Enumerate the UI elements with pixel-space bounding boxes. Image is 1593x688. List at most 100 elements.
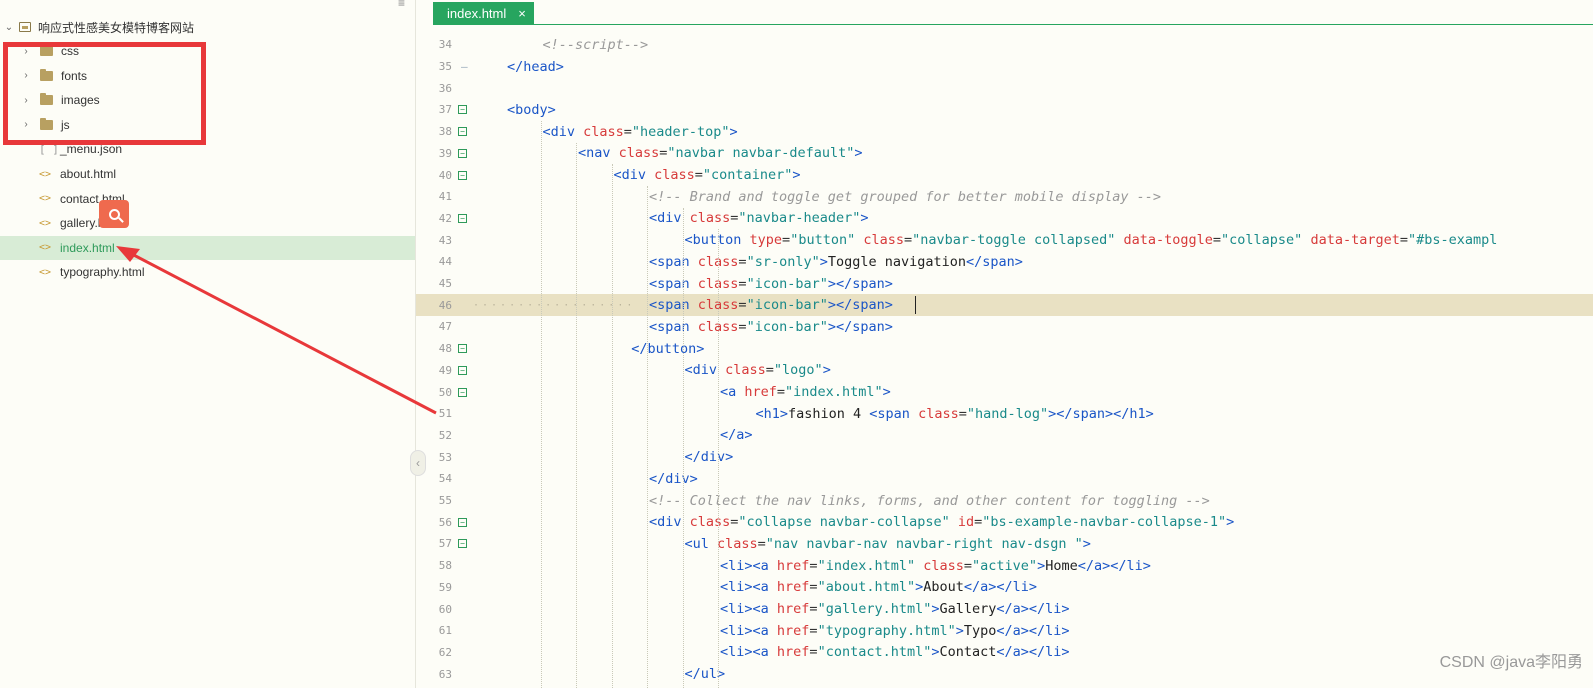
code-text: <!-- Brand and toggle get grouped for be… [649,188,1162,205]
indent-guide [576,142,577,688]
tree-item-gallery-html[interactable]: <> gallery.html [0,211,415,235]
fold-toggle-icon[interactable]: − [458,517,467,527]
code-line[interactable]: 40− <div class="container"> [416,164,1593,186]
code-line[interactable]: 60 <li><a href="gallery.html">Gallery</a>… [416,598,1593,620]
code-text: </head> [507,58,564,75]
code-text: <!-- Collect the nav links, forms, and o… [649,492,1210,509]
tree-item-label: index.html [60,240,115,255]
code-line[interactable]: 45 <span class="icon-bar"></span> [416,273,1593,295]
line-number: 36 [438,81,452,95]
line-number: 52 [438,428,452,442]
line-number: 56 [438,515,452,529]
fold-toggle-icon[interactable]: − [458,365,467,375]
line-number: 61 [438,624,452,638]
code-line[interactable]: 39− <nav class="navbar navbar-default"> [416,143,1593,165]
code-line[interactable]: 37− <body> [416,99,1593,121]
code-line[interactable]: 44 <span class="sr-only">Toggle navigatio… [416,251,1593,273]
tab-index-html[interactable]: index.html × [433,2,534,24]
line-number: 59 [438,580,452,594]
code-line[interactable]: 49− <div class="logo"> [416,360,1593,382]
indent-guide [718,229,719,688]
code-line[interactable]: 56− <div class="collapse navbar-collapse"… [416,511,1593,533]
line-number: 51 [438,407,452,421]
chevron-down-icon[interactable]: ⌄ [4,22,14,33]
line-number: 38 [438,125,452,139]
code-editor[interactable]: index.html × ‹ 34 <!--script--> 35– </head>… [410,0,1593,688]
code-line[interactable]: 36 [416,77,1593,99]
fold-toggle-icon[interactable]: − [458,387,467,397]
ide-window: ≡ ⌄ 响应式性感美女模特博客网站 › css › fonts › images › js[ … [0,0,1593,688]
code-line[interactable]: 48− </button> [416,338,1593,360]
code-text: </a> [720,427,753,444]
code-line[interactable]: 55 <!-- Collect the nav links, forms, and… [416,490,1593,512]
indent-guide [647,185,648,688]
fold-toggle-icon[interactable]: − [458,539,467,549]
fold-toggle-icon[interactable]: − [458,148,467,158]
line-number: 55 [438,494,452,508]
code-line[interactable]: 46 <span class="icon-bar"></span> ········… [416,294,1593,317]
code-line[interactable]: 54 </div> [416,468,1593,490]
tree-item-about-html[interactable]: <> about.html [0,162,415,186]
tree-item-index-html[interactable]: <> index.html [0,235,415,260]
line-number: 50 [438,385,452,399]
line-number: 40 [438,168,452,182]
fold-toggle-icon[interactable]: − [458,105,467,115]
code-text: <div class="container"> [613,167,801,184]
folder-open-icon [19,22,31,32]
tree-item-label: typography.html [60,265,145,280]
code-text: <body> [507,101,556,118]
code-line[interactable]: 62 <li><a href="contact.html">Contact</a>… [416,642,1593,664]
code-line[interactable]: 50− <a href="index.html"> [416,381,1593,403]
code-text: <div class="logo"> [684,362,831,379]
line-number: 62 [438,645,452,659]
tree-item-contact-html[interactable]: <> contact.html [0,187,415,211]
line-number: 43 [438,233,452,247]
code-line[interactable]: 43 <button type="button" class="navbar-to… [416,229,1593,251]
code-line[interactable]: 52 </a> [416,425,1593,447]
code-text: </button> [631,340,705,357]
line-number: 42 [438,211,452,225]
code-text: <span class="icon-bar"></span> [649,318,893,335]
code-line[interactable]: 47 <span class="icon-bar"></span> [416,316,1593,338]
menu-icon[interactable]: ≡ [398,0,408,10]
close-icon[interactable]: × [518,6,526,21]
code-line[interactable]: 57− <ul class="nav navbar-nav navbar-righ… [416,533,1593,555]
code-line[interactable]: 61 <li><a href="typography.html">Typo</a>… [416,620,1593,642]
fold-toggle-icon[interactable]: − [458,213,467,223]
code-line[interactable]: 58 <li><a href="index.html" class="active… [416,555,1593,577]
code-text: <ul class="nav navbar-nav navbar-right n… [684,535,1091,552]
text-cursor [915,296,916,315]
code-line[interactable]: 53 </div> [416,446,1593,468]
indent-guide [682,207,684,688]
search-icon[interactable] [99,200,129,228]
code-text: <li><a href="typography.html">Typo</a></… [720,622,1070,639]
line-number: 45 [438,277,452,291]
code-line[interactable]: 35– </head> [416,56,1593,78]
line-number: 57 [438,537,452,551]
code-line[interactable]: 63 </ul> [416,663,1593,685]
annotation-highlight-box [3,42,206,145]
code-line[interactable]: 41 <!-- Brand and toggle get grouped for … [416,186,1593,208]
code-line[interactable]: 42− <div class="navbar-header"> [416,208,1593,230]
tree-item-label: about.html [60,167,117,181]
html-file-icon: <> [39,168,52,180]
tab-underline [433,24,1593,25]
code-text: <h1>fashion 4 <span class="hand-log"></s… [755,405,1154,422]
code-text: <!--script--> [542,36,649,53]
code-line[interactable]: 59 <li><a href="about.html">About</a></li… [416,577,1593,599]
code-line[interactable]: 34 <!--script--> [416,34,1593,56]
line-number: 34 [438,38,452,52]
project-root[interactable]: ⌄ 响应式性感美女模特博客网站 [0,15,415,39]
line-number: 46 [438,298,452,312]
fold-end-marker: – [461,60,468,74]
line-number: 60 [438,602,452,616]
fold-toggle-icon[interactable]: − [458,170,467,180]
line-number: 58 [438,559,452,573]
code-line[interactable]: 51 <h1>fashion 4 <span class="hand-log"><… [416,403,1593,425]
fold-toggle-icon[interactable]: − [458,127,467,137]
tree-item-typography-html[interactable]: <> typography.html [0,260,415,284]
fold-toggle-icon[interactable]: − [458,344,467,354]
code-line[interactable]: 38− <div class="header-top"> [416,121,1593,143]
line-number: 35 [438,60,452,74]
code-text: <div class="collapse navbar-collapse" id… [649,514,1235,531]
